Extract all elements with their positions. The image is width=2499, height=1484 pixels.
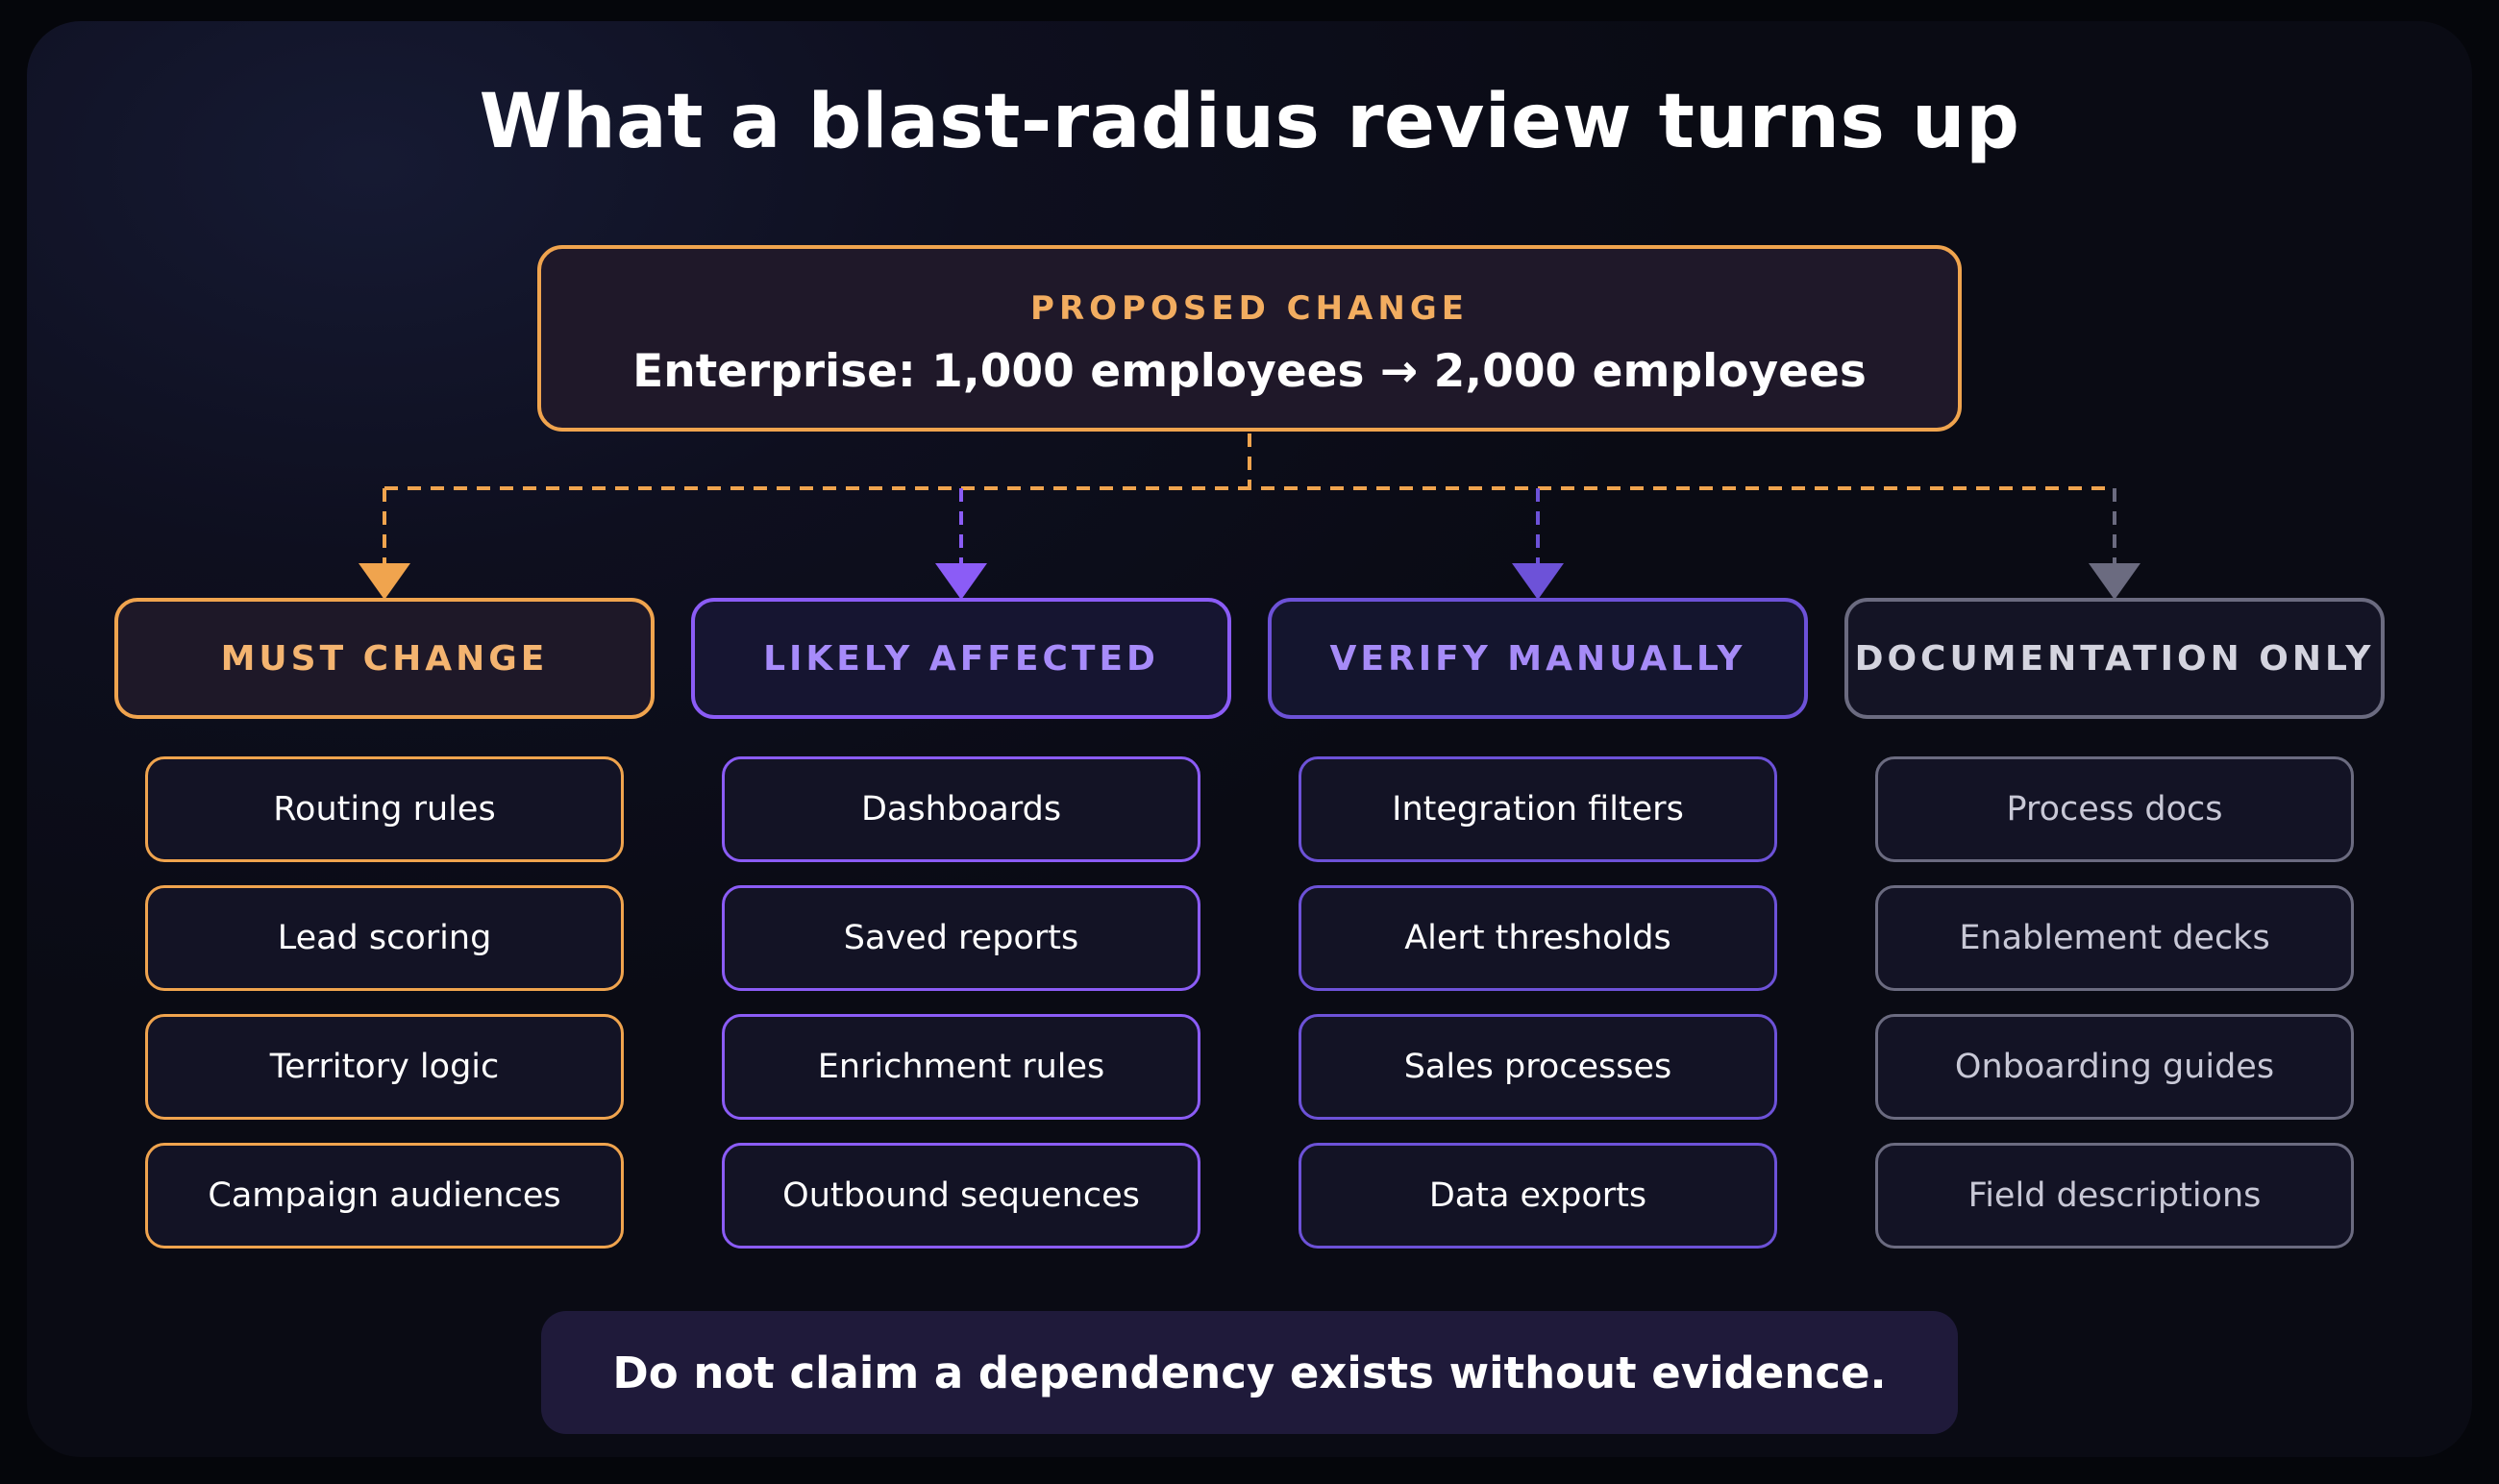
item-field-descriptions: Field descriptions (1875, 1143, 2354, 1249)
arrowhead-documentation-only (2089, 563, 2140, 600)
footer-note: Do not claim a dependency exists without… (541, 1311, 1958, 1434)
category-header-verify-manually: VERIFY MANUALLY (1268, 598, 1808, 719)
item-process-docs: Process docs (1875, 756, 2354, 862)
proposed-change-box: PROPOSED CHANGE Enterprise: 1,000 employ… (537, 245, 1962, 432)
item-outbound-sequences: Outbound sequences (722, 1143, 1200, 1249)
item-enrichment-rules: Enrichment rules (722, 1014, 1200, 1120)
item-onboarding-guides: Onboarding guides (1875, 1014, 2354, 1120)
arrowhead-likely-affected (935, 563, 987, 600)
arrowhead-verify-manually (1512, 563, 1564, 600)
proposed-change-label: PROPOSED CHANGE (1030, 289, 1469, 328)
proposed-change-value: Enterprise: 1,000 employees → 2,000 empl… (632, 345, 1867, 398)
category-header-documentation-only: DOCUMENTATION ONLY (1844, 598, 2385, 719)
category-header-must-change: MUST CHANGE (114, 598, 655, 719)
item-campaign-audiences: Campaign audiences (145, 1143, 624, 1249)
item-integration-filters: Integration filters (1299, 756, 1777, 862)
item-alert-thresholds: Alert thresholds (1299, 885, 1777, 991)
item-territory-logic: Territory logic (145, 1014, 624, 1120)
item-enablement-decks: Enablement decks (1875, 885, 2354, 991)
item-data-exports: Data exports (1299, 1143, 1777, 1249)
arrowhead-must-change (359, 563, 410, 600)
item-lead-scoring: Lead scoring (145, 885, 624, 991)
item-sales-processes: Sales processes (1299, 1014, 1777, 1120)
category-header-likely-affected: LIKELY AFFECTED (691, 598, 1231, 719)
item-dashboards: Dashboards (722, 756, 1200, 862)
connector-layer (359, 433, 2140, 600)
item-routing-rules: Routing rules (145, 756, 624, 862)
item-saved-reports: Saved reports (722, 885, 1200, 991)
diagram-title: What a blast-radius review turns up (479, 79, 2020, 165)
